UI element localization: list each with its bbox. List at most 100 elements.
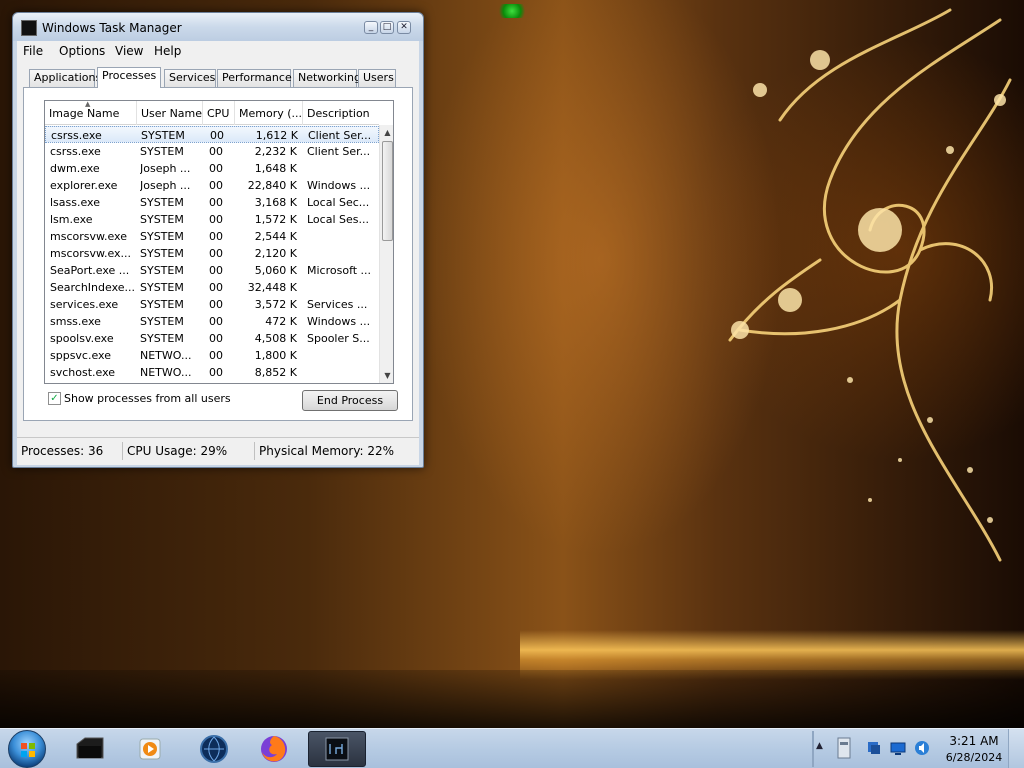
process-row[interactable]: lsm.exe SYSTEM 00 1,572 K Local Ses... xyxy=(45,211,379,228)
window-body: File Options View Help Applications Proc… xyxy=(17,41,419,465)
tab-applications[interactable]: Applications xyxy=(29,69,101,87)
menu-file[interactable]: File xyxy=(23,44,43,58)
process-user-name: NETWO... xyxy=(140,366,192,379)
menu-view[interactable]: View xyxy=(115,44,143,58)
process-cpu: 00 xyxy=(209,281,223,294)
tray-volume-icon[interactable] xyxy=(914,740,930,756)
column-user-name[interactable]: User Name xyxy=(137,101,203,125)
process-row[interactable]: SearchIndexe... SYSTEM 00 32,448 K xyxy=(45,279,379,296)
process-image-name: csrss.exe xyxy=(50,145,101,158)
process-image-name: smss.exe xyxy=(50,315,101,328)
process-image-name: explorer.exe xyxy=(50,179,118,192)
process-image-name: svchost.exe xyxy=(50,366,116,379)
process-cpu: 00 xyxy=(209,179,223,192)
process-row[interactable]: csrss.exe SYSTEM 00 2,232 K Client Ser... xyxy=(45,143,379,160)
firefox-icon xyxy=(261,736,287,762)
tab-performance[interactable]: Performance xyxy=(217,69,292,87)
process-row[interactable]: mscorsvw.ex... SYSTEM 00 2,120 K xyxy=(45,245,379,262)
taskbar-explorer-button[interactable] xyxy=(62,731,118,767)
maximize-button[interactable]: □ xyxy=(380,21,394,34)
process-row[interactable]: mscorsvw.exe SYSTEM 00 2,544 K xyxy=(45,228,379,245)
process-description: Local Sec... xyxy=(307,196,370,209)
task-manager-window: Windows Task Manager _ □ ✕ File Options … xyxy=(12,12,424,468)
column-image-name[interactable]: ▲ Image Name xyxy=(45,101,137,125)
process-user-name: Joseph ... xyxy=(140,179,191,192)
tab-networking[interactable]: Networking xyxy=(293,69,361,87)
vertical-scrollbar[interactable]: ▲ ▼ xyxy=(379,125,393,383)
process-user-name: Joseph ... xyxy=(140,162,191,175)
title-bar[interactable]: Windows Task Manager _ □ ✕ xyxy=(13,13,423,41)
process-row[interactable]: lsass.exe SYSTEM 00 3,168 K Local Sec... xyxy=(45,194,379,211)
green-light-decoration xyxy=(496,4,528,18)
process-description: Windows ... xyxy=(307,315,371,328)
process-row[interactable]: smss.exe SYSTEM 00 472 K Windows ... xyxy=(45,313,379,330)
process-image-name: SearchIndexe... xyxy=(50,281,135,294)
process-description: Client Ser... xyxy=(307,145,371,158)
process-list[interactable]: ▲ Image Name User Name CPU Memory (... D… xyxy=(44,100,394,384)
scroll-thumb[interactable] xyxy=(382,141,393,241)
process-memory: 32,448 K xyxy=(247,281,297,294)
process-memory: 472 K xyxy=(265,315,297,328)
tab-users[interactable]: Users xyxy=(358,69,396,87)
menu-options[interactable]: Options xyxy=(59,44,105,58)
process-description: Services ... xyxy=(307,298,368,311)
process-row[interactable]: SeaPort.exe ... SYSTEM 00 5,060 K Microsoft … xyxy=(45,262,379,279)
process-user-name: NETWO... xyxy=(140,349,192,362)
process-memory: 1,648 K xyxy=(254,162,297,175)
process-row[interactable]: csrss.exe SYSTEM 00 1,612 K Client Ser... xyxy=(45,126,379,143)
process-description: Microsoft ... xyxy=(307,264,372,277)
show-all-checkbox[interactable]: ✓ xyxy=(48,392,61,405)
process-row[interactable]: explorer.exe Joseph ... 00 22,840 K Windows … xyxy=(45,177,379,194)
taskbar: ▲ 3:21 AM 6/28/2024 xyxy=(0,728,1024,768)
taskbar-firefox-button[interactable] xyxy=(246,731,302,767)
process-row[interactable]: sppsvc.exe NETWO... 00 1,800 K xyxy=(45,347,379,364)
show-desktop-button[interactable] xyxy=(1008,729,1024,768)
process-cpu: 00 xyxy=(210,129,224,142)
tray-network-icon[interactable] xyxy=(866,740,882,756)
processes-panel: ▲ Image Name User Name CPU Memory (... D… xyxy=(23,87,413,421)
process-image-name: csrss.exe xyxy=(51,129,102,142)
taskbar-task-manager-button[interactable] xyxy=(308,731,366,767)
process-image-name: lsm.exe xyxy=(50,213,93,226)
process-user-name: SYSTEM xyxy=(140,230,184,243)
task-manager-app-icon xyxy=(21,20,37,36)
clock-date[interactable]: 6/28/2024 xyxy=(942,751,1006,764)
end-process-button[interactable]: End Process xyxy=(302,390,398,411)
taskbar-media-player-button[interactable] xyxy=(122,731,178,767)
taskbar-browser-button[interactable] xyxy=(186,731,242,767)
process-cpu: 00 xyxy=(209,162,223,175)
status-bar: Processes: 36 CPU Usage: 29% Physical Me… xyxy=(17,437,419,463)
process-user-name: SYSTEM xyxy=(141,129,185,142)
tab-services[interactable]: Services xyxy=(164,69,216,87)
scroll-up-arrow-icon[interactable]: ▲ xyxy=(380,125,393,140)
clock-time[interactable]: 3:21 AM xyxy=(946,734,1002,748)
status-physical-memory: Physical Memory: 22% xyxy=(259,444,395,458)
tray-monitor-icon[interactable] xyxy=(890,740,906,756)
globe-browser-icon xyxy=(200,735,228,763)
close-button[interactable]: ✕ xyxy=(397,21,411,34)
process-cpu: 00 xyxy=(209,298,223,311)
show-hidden-icons-arrow-icon[interactable]: ▲ xyxy=(816,741,823,751)
scroll-down-arrow-icon[interactable]: ▼ xyxy=(380,368,393,383)
process-memory: 2,544 K xyxy=(254,230,297,243)
column-description[interactable]: Description xyxy=(303,101,379,125)
task-manager-icon xyxy=(325,737,349,761)
minimize-button[interactable]: _ xyxy=(364,21,378,34)
process-user-name: SYSTEM xyxy=(140,196,184,209)
tab-processes[interactable]: Processes xyxy=(97,67,161,88)
column-memory[interactable]: Memory (... xyxy=(235,101,303,125)
process-row[interactable]: services.exe SYSTEM 00 3,572 K Services ... xyxy=(45,296,379,313)
process-cpu: 00 xyxy=(209,332,223,345)
start-button[interactable] xyxy=(8,730,46,768)
process-row[interactable]: dwm.exe Joseph ... 00 1,648 K xyxy=(45,160,379,177)
process-row[interactable]: spoolsv.exe SYSTEM 00 4,508 K Spooler S... xyxy=(45,330,379,347)
menu-help[interactable]: Help xyxy=(154,44,181,58)
show-all-label: Show processes from all users xyxy=(64,392,231,405)
process-user-name: SYSTEM xyxy=(140,145,184,158)
process-memory: 3,168 K xyxy=(254,196,297,209)
process-row[interactable]: svchost.exe NETWO... 00 8,852 K xyxy=(45,364,379,381)
menu-bar: File Options View Help xyxy=(17,41,419,61)
column-cpu[interactable]: CPU xyxy=(203,101,235,125)
process-memory: 1,800 K xyxy=(254,349,297,362)
tray-device-icon[interactable] xyxy=(836,737,852,759)
